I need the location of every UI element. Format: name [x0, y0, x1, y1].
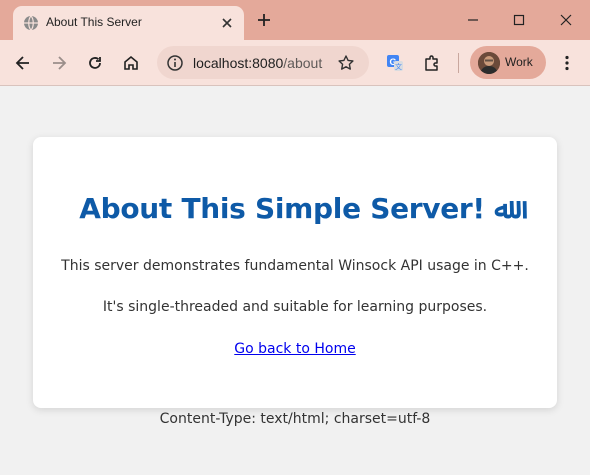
- more-menu-icon[interactable]: [557, 53, 577, 73]
- minimize-icon[interactable]: [463, 10, 483, 30]
- site-info-icon[interactable]: [166, 54, 184, 72]
- extensions-puzzle-icon[interactable]: [422, 53, 442, 73]
- description-paragraph-2: It's single-threaded and suitable for le…: [102, 299, 488, 315]
- toolbar-divider: [458, 53, 459, 73]
- new-tab-icon[interactable]: [254, 10, 274, 30]
- avatar: [478, 52, 500, 74]
- url-path: /about: [283, 55, 323, 71]
- url-host: localhost:8080: [193, 55, 284, 71]
- maximize-icon[interactable]: [509, 10, 529, 30]
- reload-icon[interactable]: [85, 53, 105, 73]
- browser-title-bar: About This Server: [0, 0, 590, 40]
- translate-icon[interactable]: G文: [385, 53, 405, 73]
- bookmark-star-icon[interactable]: [337, 54, 355, 72]
- close-tab-icon[interactable]: [217, 13, 237, 33]
- profile-button[interactable]: Work: [470, 46, 546, 79]
- page-title: About This Simple Server! ﷲ: [79, 192, 511, 225]
- url-text[interactable]: localhost:8080/about: [193, 55, 322, 71]
- close-window-icon[interactable]: [556, 10, 576, 30]
- home-link-container: Go back to Home: [33, 341, 557, 357]
- forward-arrow-icon[interactable]: [49, 53, 69, 73]
- home-icon[interactable]: [121, 53, 141, 73]
- content-card: About This Simple Server! ﷲ This server …: [33, 137, 557, 408]
- address-bar[interactable]: localhost:8080/about: [157, 46, 369, 79]
- svg-text:文: 文: [395, 62, 402, 71]
- globe-icon: [23, 15, 39, 31]
- content-type-text: Content-Type: text/html; charset=utf-8: [159, 411, 431, 427]
- home-link[interactable]: Go back to Home: [234, 341, 355, 357]
- tab-title: About This Server: [46, 15, 142, 29]
- back-arrow-icon[interactable]: [13, 53, 33, 73]
- browser-toolbar: localhost:8080/about G文 Work: [0, 40, 590, 86]
- description-paragraph-1: This server demonstrates fundamental Win…: [61, 258, 529, 274]
- active-tab[interactable]: About This Server: [13, 6, 244, 40]
- profile-name: Work: [505, 55, 533, 69]
